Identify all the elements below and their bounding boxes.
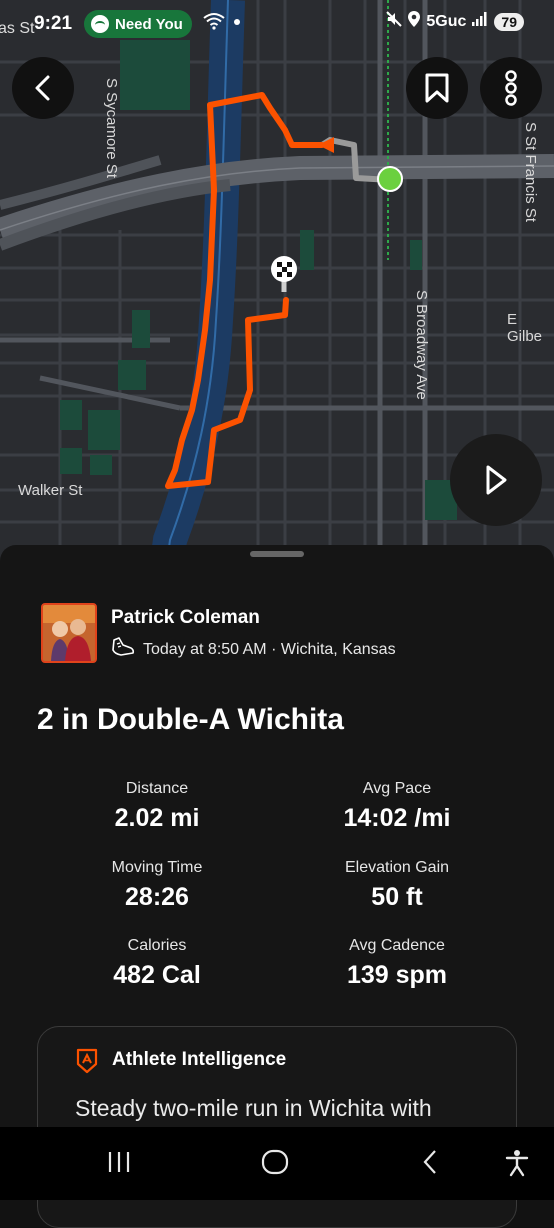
activity-meta-text: Today at 8:50 AM · Wichita, Kansas — [143, 640, 396, 658]
home-icon[interactable] — [260, 1149, 290, 1180]
map-label-gilbert: E Gilbe — [507, 311, 543, 345]
athlete-intelligence-summary: Steady two-mile run in Wichita with — [75, 1095, 432, 1121]
wifi-icon — [203, 12, 225, 35]
media-title: Need You — [115, 15, 183, 33]
status-map-fragment: as St — [0, 20, 35, 37]
more-options-button[interactable] — [480, 57, 542, 119]
map-label-walker: Walker St — [18, 482, 83, 499]
stat-value: 28:26 — [125, 883, 189, 911]
sheet-drag-handle[interactable] — [250, 551, 304, 557]
bookmark-icon — [425, 73, 449, 103]
running-shoe-icon — [111, 636, 135, 663]
athlete-intelligence-icon — [75, 1048, 99, 1079]
activity-title: 2 in Double-A Wichita — [37, 703, 344, 736]
play-icon — [486, 465, 507, 495]
stat-label: Moving Time — [111, 859, 203, 876]
athlete-name[interactable]: Patrick Coleman — [111, 607, 260, 629]
accessibility-icon[interactable] — [504, 1149, 530, 1182]
activity-sheet: Patrick Coleman Today at 8:50 AM · Wichi… — [0, 545, 554, 1228]
network-type: 5Guc — [426, 12, 467, 30]
activity-meta: Today at 8:50 AM · Wichita, Kansas — [111, 636, 396, 663]
recent-apps-icon[interactable] — [106, 1149, 132, 1180]
stat-label: Calories — [127, 937, 187, 954]
chevron-left-icon — [35, 75, 50, 101]
stat-value: 139 spm — [346, 961, 448, 989]
stat-value: 2.02 mi — [114, 804, 200, 832]
stat-label: Avg Cadence — [349, 937, 445, 954]
stat-value: 14:02 /mi — [343, 804, 451, 832]
back-button[interactable] — [12, 57, 74, 119]
notification-dot — [234, 19, 240, 25]
athlete-intelligence-title: Athlete Intelligence — [112, 1049, 287, 1070]
map-label-st-francis: S St Francis St — [522, 122, 539, 223]
stat-value: 482 Cal — [113, 961, 201, 989]
status-right-group: 5Guc 79 — [386, 11, 524, 32]
stat-elevation-gain: Elevation Gain 50 ft — [277, 859, 517, 912]
signal-icon — [472, 12, 488, 31]
stat-avg-cadence: Avg Cadence 139 spm — [277, 937, 517, 990]
stat-label: Avg Pace — [362, 780, 432, 797]
athlete-avatar[interactable] — [41, 603, 97, 663]
stat-distance: Distance 2.02 mi — [37, 780, 277, 833]
stat-avg-pace: Avg Pace 14:02 /mi — [277, 780, 517, 833]
status-time: 9:21 — [34, 13, 73, 34]
stat-label: Distance — [125, 780, 189, 797]
save-route-button[interactable] — [406, 57, 468, 119]
stat-value: 50 ft — [371, 883, 423, 911]
back-nav-icon[interactable] — [420, 1149, 440, 1180]
map-label-sycamore: S Sycamore St — [103, 78, 120, 179]
map-label-broadway: S Broadway Ave — [413, 290, 430, 400]
play-flyover-button[interactable] — [450, 434, 542, 526]
more-vertical-icon — [505, 70, 517, 106]
stat-moving-time: Moving Time 28:26 — [37, 859, 277, 912]
stat-calories: Calories 482 Cal — [37, 937, 277, 990]
media-playing-pill[interactable]: Need You — [84, 10, 192, 38]
spotify-icon — [91, 15, 109, 33]
status-bar: as St 9:21 Need You 5Guc 79 — [0, 0, 554, 48]
system-navigation-bar — [0, 1127, 554, 1200]
battery-indicator: 79 — [494, 12, 524, 31]
stat-label: Elevation Gain — [344, 859, 450, 876]
mute-icon — [386, 11, 403, 32]
location-icon — [408, 11, 421, 32]
